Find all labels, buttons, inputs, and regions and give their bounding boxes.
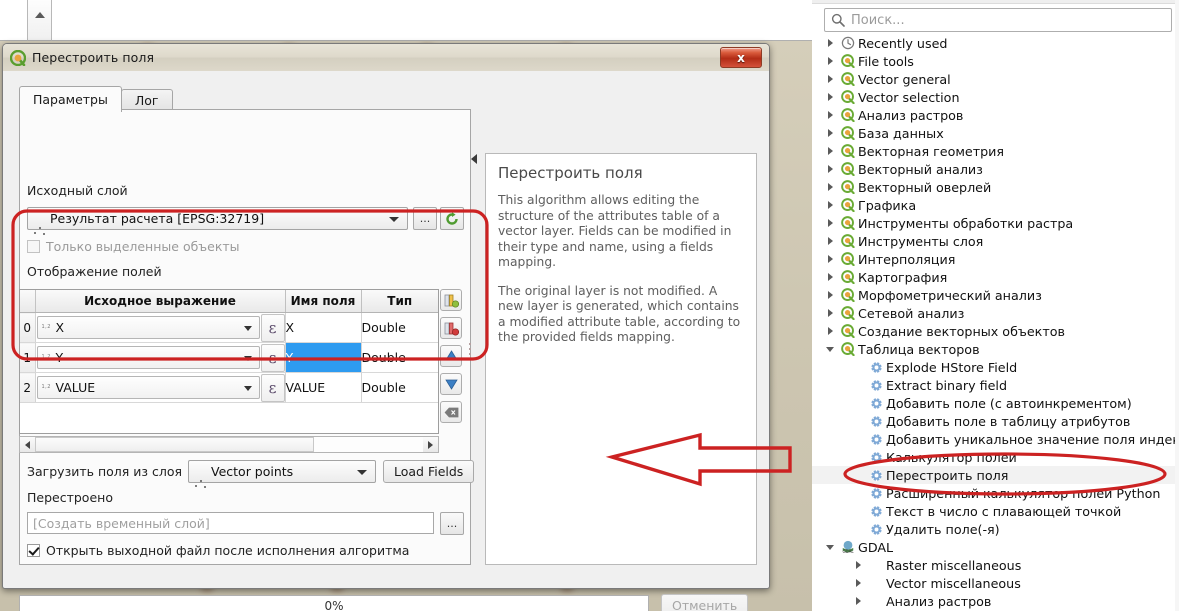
annotation-overlay xyxy=(0,0,1179,611)
annotation-tree-item-highlight xyxy=(845,454,1165,494)
tab-parameters[interactable]: Параметры xyxy=(19,86,122,112)
annotation-arrow xyxy=(612,435,790,484)
annotation-table-highlight xyxy=(13,211,487,359)
